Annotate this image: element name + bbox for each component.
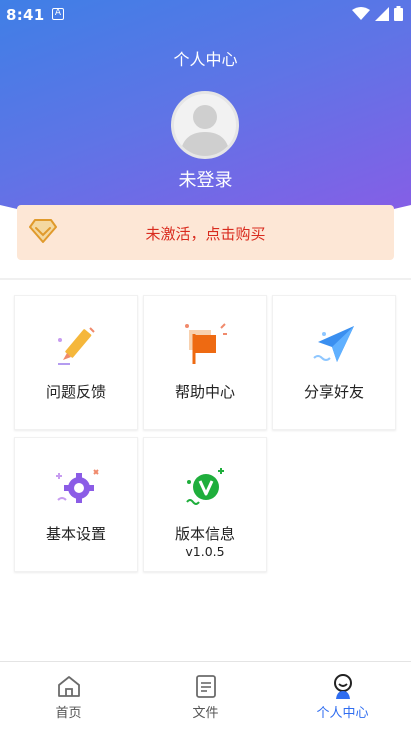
feedback-tile[interactable]: 问题反馈 (14, 295, 138, 430)
gear-icon (56, 469, 99, 503)
basic-settings-label: 基本设置 (45, 525, 106, 543)
status-time: 8:41 (6, 6, 45, 24)
home-icon (58, 676, 80, 697)
login-status[interactable]: 未登录 (0, 166, 411, 192)
pencil-icon (58, 327, 95, 365)
version-number: v1.0.5 (185, 544, 225, 559)
section-divider (0, 278, 411, 280)
signal-icon (375, 7, 390, 21)
version-info-tile[interactable]: 版本信息 v1.0.5 (143, 437, 267, 572)
tab-files-label: 文件 (192, 706, 219, 721)
paper-plane-icon (313, 326, 354, 362)
basic-settings-tile[interactable]: 基本设置 (14, 437, 138, 572)
page-title: 个人中心 (173, 50, 238, 69)
tab-profile[interactable]: 个人中心 (274, 662, 411, 731)
version-info-label: 版本信息 (174, 525, 235, 543)
version-v-icon (186, 468, 224, 505)
notification-icon: A (52, 8, 64, 20)
status-bar: 8:41 A (0, 0, 411, 30)
tab-profile-label: 个人中心 (316, 706, 369, 721)
avatar[interactable] (171, 91, 239, 159)
help-center-label: 帮助中心 (174, 383, 235, 401)
vip-purchase-banner[interactable]: 未激活，点击购买 (17, 205, 394, 260)
file-icon (196, 675, 216, 698)
status-icons (352, 6, 403, 25)
tab-files[interactable]: 文件 (137, 662, 274, 731)
tab-home-label: 首页 (55, 706, 82, 721)
feedback-label: 问题反馈 (45, 383, 106, 401)
share-friends-tile[interactable]: 分享好友 (272, 295, 396, 430)
flag-icon (185, 323, 227, 364)
profile-icon (334, 674, 352, 699)
wifi-icon (352, 7, 371, 20)
battery-icon (394, 6, 403, 21)
bottom-tab-bar: 首页 文件 个人中心 (0, 661, 411, 730)
user-avatar-icon (180, 105, 230, 156)
share-friends-label: 分享好友 (303, 383, 364, 401)
vip-banner-text: 未激活，点击购买 (145, 225, 266, 243)
help-center-tile[interactable]: 帮助中心 (143, 295, 267, 430)
tab-home[interactable]: 首页 (0, 662, 137, 731)
